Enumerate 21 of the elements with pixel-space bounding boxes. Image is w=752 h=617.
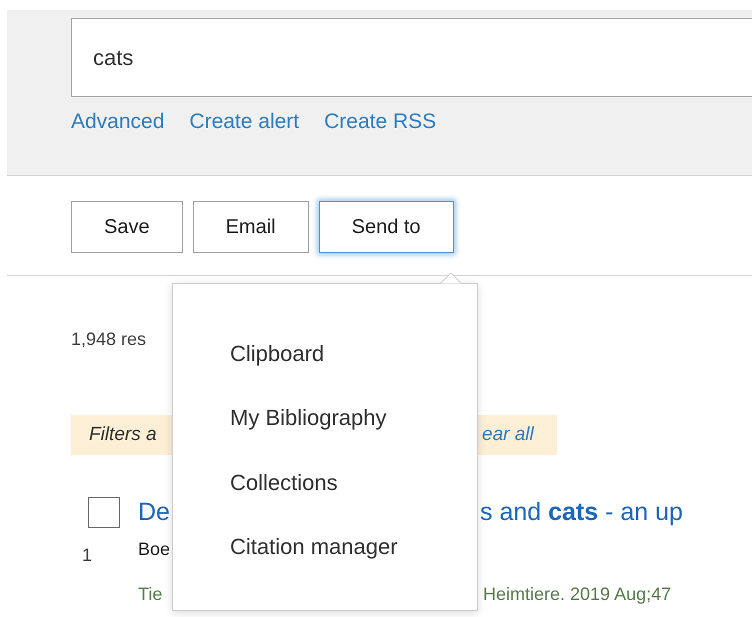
- result-title[interactable]: De: [138, 498, 170, 526]
- action-button[interactable]: Email: [192, 201, 309, 253]
- filters-text: Filters a: [89, 422, 158, 447]
- result-authors: Boe: [138, 538, 170, 562]
- menu-item[interactable]: Citation manager: [230, 534, 398, 561]
- clear-all-link[interactable]: ear all: [482, 420, 534, 450]
- action-button[interactable]: Send to: [318, 201, 454, 253]
- search-link[interactable]: Create RSS: [324, 111, 436, 132]
- results-count: 1,948 res: [71, 328, 146, 351]
- result-title[interactable]: s and cats - an up: [480, 497, 683, 528]
- action-button[interactable]: Save: [71, 201, 183, 253]
- result-number: 1: [82, 544, 92, 567]
- search-link[interactable]: Create alert: [189, 111, 300, 132]
- search-link[interactable]: Advanced: [71, 111, 164, 132]
- menu-item[interactable]: Collections: [230, 470, 338, 496]
- result-checkbox[interactable]: [88, 497, 120, 528]
- result-journal: Tie: [138, 584, 162, 604]
- result-journal: Heimtiere. 2019 Aug;47: [483, 583, 672, 606]
- menu-item[interactable]: My Bibliography: [230, 405, 387, 432]
- menu-item[interactable]: Clipboard: [230, 341, 324, 368]
- search-field[interactable]: cats: [71, 18, 752, 97]
